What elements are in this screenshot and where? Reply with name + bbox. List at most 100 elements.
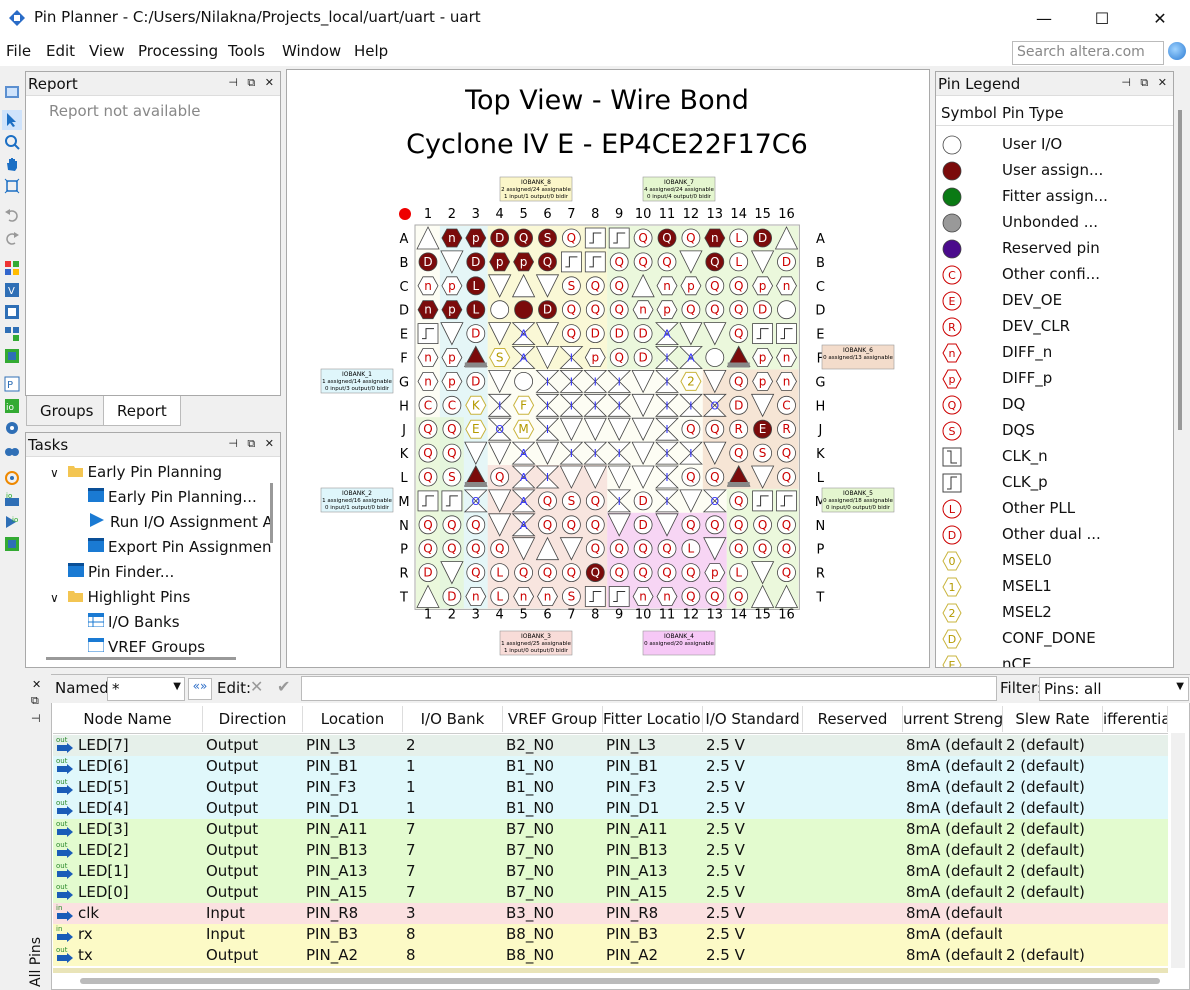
pin-L2[interactable]: S — [442, 467, 462, 487]
io-tool-icon[interactable]: io — [2, 396, 22, 416]
panel-controls-icon[interactable]: ⊣ ⧉ ✕ — [228, 437, 277, 451]
fit-window-icon[interactable] — [2, 176, 22, 196]
io-run-tool-icon[interactable]: io — [2, 512, 22, 532]
menu-help[interactable]: Help — [354, 42, 388, 60]
table-cell[interactable]: PIN_A11 — [606, 820, 702, 838]
table-cell[interactable]: 2.5 V — [706, 946, 802, 964]
table-cell[interactable]: tx — [78, 946, 203, 964]
pin-M15[interactable] — [752, 490, 774, 512]
io-bank-box[interactable]: IOBANK_11 assigned/14 assignable0 input/… — [320, 368, 394, 394]
pin-L13[interactable]: Q — [705, 467, 725, 487]
tab-groups[interactable]: Groups — [26, 396, 108, 426]
pin-B6[interactable]: Q — [538, 252, 557, 272]
pin-K15[interactable]: S — [753, 443, 773, 463]
pin-P9[interactable]: Q — [609, 539, 629, 559]
table-row[interactable]: rx Input PIN_B3 8 B8_N0 PIN_B3 2.5 V 8mA (defau… — [53, 924, 1168, 945]
table-row[interactable]: LED[5] Output PIN_F3 1 B1_N0 PIN_F3 2.5 V 8mA (… — [53, 777, 1168, 798]
table-row[interactable]: tx Output PIN_A2 8 B8_N0 PIN_A2 2.5 V 8mA (defa… — [53, 945, 1168, 966]
column-header[interactable]: Node Name — [53, 706, 203, 732]
pin-H5[interactable]: F — [513, 395, 535, 415]
table-cell[interactable]: Output — [206, 883, 302, 901]
pin-P2[interactable]: Q — [442, 539, 462, 559]
pin-P1[interactable]: Q — [418, 539, 438, 559]
filter-combo[interactable]: Pins: all ▼ — [1039, 677, 1189, 701]
pin-J13[interactable]: Q — [705, 419, 725, 439]
pin-B7[interactable] — [560, 251, 582, 273]
table-h-scrollbar[interactable] — [80, 978, 1160, 984]
table-cell[interactable]: 8 — [406, 925, 502, 943]
pin-D9[interactable]: Q — [609, 300, 629, 320]
pin-D12[interactable]: Q — [681, 300, 701, 320]
pin-P8[interactable]: Q — [585, 539, 605, 559]
table-cell[interactable]: LED[3] — [78, 820, 203, 838]
pin-R3[interactable]: Q — [466, 563, 486, 583]
pin-P15[interactable]: Q — [753, 539, 773, 559]
pin-B13[interactable]: Q — [705, 252, 725, 272]
pin-M6[interactable]: Q — [538, 491, 557, 511]
pin-E3[interactable]: D — [466, 324, 486, 344]
pin-D4[interactable] — [490, 300, 510, 320]
io-bank-box[interactable]: IOBANK_82 assigned/24 assignable1 input/… — [499, 176, 573, 202]
pin-B8[interactable] — [584, 251, 606, 273]
table-cell[interactable]: 7 — [406, 883, 502, 901]
table-cell[interactable]: 2 (default) — [1006, 862, 1102, 880]
table-cell[interactable]: LED[4] — [78, 799, 203, 817]
pin-M1[interactable] — [417, 490, 439, 512]
table-cell[interactable]: PIN_B3 — [306, 925, 402, 943]
pin-P16[interactable]: Q — [777, 539, 796, 559]
table-cell[interactable]: B1_N0 — [506, 799, 602, 817]
pin-D14[interactable]: Q — [729, 300, 749, 320]
pin-F4[interactable]: S — [489, 348, 511, 367]
pin-tool-icon[interactable]: P — [2, 374, 22, 394]
io-assign-tool-icon[interactable]: io — [2, 490, 22, 510]
tasks-scrollbar[interactable] — [270, 483, 273, 543]
table-cell[interactable]: LED[6] — [78, 757, 203, 775]
table-cell[interactable]: B1_N0 — [506, 778, 602, 796]
pin-R1[interactable]: D — [418, 563, 438, 583]
io-bank-box[interactable]: IOBANK_74 assigned/24 assignable0 input/… — [642, 176, 716, 202]
task-pin-finder[interactable]: Pin Finder... — [68, 563, 174, 581]
location-tool-icon[interactable] — [2, 418, 22, 438]
table-cell[interactable]: 2.5 V — [706, 757, 802, 775]
panel-controls-icon[interactable]: ⊣ ⧉ ✕ — [228, 76, 277, 90]
table-row[interactable]: LED[6] Output PIN_B1 1 B1_N0 PIN_B1 2.5 V 8mA (… — [53, 756, 1168, 777]
globe-icon[interactable] — [1168, 42, 1186, 60]
pin-E7[interactable]: Q — [561, 324, 581, 344]
table-cell[interactable]: PIN_L3 — [606, 736, 702, 754]
pin-A10[interactable]: Q — [633, 228, 653, 248]
pin-R12[interactable]: Q — [681, 563, 701, 583]
pin-C8[interactable]: Q — [585, 276, 605, 296]
menu-view[interactable]: View — [89, 42, 125, 60]
table-cell[interactable]: 2 (default) — [1006, 946, 1102, 964]
table-cell[interactable]: 2.5 V — [706, 820, 802, 838]
io-bank-box[interactable]: IOBANK_40 assigned/20 assignable — [642, 630, 716, 656]
pin-T9[interactable] — [608, 586, 630, 607]
pin-D13[interactable]: Q — [705, 300, 725, 320]
pin-A14[interactable]: L — [729, 228, 749, 248]
pin-R16[interactable]: Q — [777, 563, 796, 583]
pin-A8[interactable] — [584, 227, 606, 249]
pin-T7[interactable]: S — [561, 587, 581, 606]
pin-J3[interactable]: E — [465, 419, 487, 439]
pin-G3[interactable]: D — [466, 371, 486, 391]
pin-N1[interactable]: Q — [418, 515, 438, 535]
table-cell[interactable]: 8mA (default) — [906, 778, 1002, 796]
named-combo[interactable]: * ▼ — [107, 677, 185, 701]
table-cell[interactable]: PIN_A15 — [306, 883, 402, 901]
pin-T8[interactable] — [584, 586, 606, 607]
task-export-pin-assignments[interactable]: Export Pin Assignmen — [88, 538, 271, 556]
pin-T4[interactable]: L — [490, 587, 510, 606]
table-cell[interactable]: B3_N0 — [506, 904, 602, 922]
table-cell[interactable]: B7_N0 — [506, 820, 602, 838]
table-cell[interactable]: LED[2] — [78, 841, 203, 859]
pin-N3[interactable]: Q — [466, 515, 486, 535]
table-cell[interactable]: 2 (default) — [1006, 736, 1102, 754]
table-row[interactable]: LED[7] Output PIN_L3 2 B2_N0 PIN_L3 2.5 V 8mA (… — [53, 735, 1168, 756]
menu-processing[interactable]: Processing — [138, 42, 218, 60]
table-cell[interactable]: PIN_L3 — [306, 736, 402, 754]
table-cell[interactable]: PIN_F3 — [306, 778, 402, 796]
table-cell[interactable]: B8_N0 — [506, 946, 602, 964]
pin-G12[interactable]: 2 — [680, 371, 702, 391]
pin-K2[interactable]: Q — [442, 443, 462, 463]
table-cell[interactable]: 2.5 V — [706, 883, 802, 901]
